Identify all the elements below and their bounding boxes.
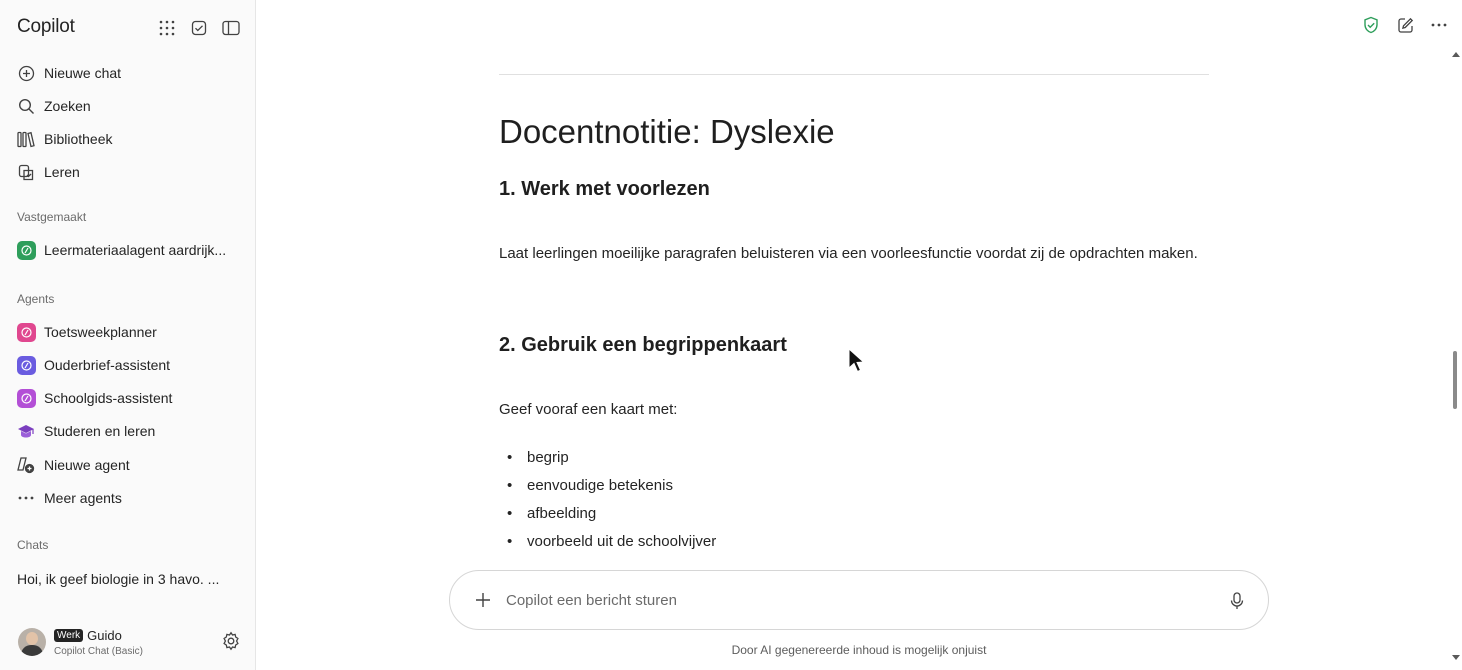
chat-item[interactable]: Hoi, ik geef biologie in 3 havo. ... <box>17 571 237 587</box>
nav-new-chat-label: Nieuwe chat <box>44 65 122 81</box>
library-icon <box>17 130 35 148</box>
microphone-icon[interactable] <box>1226 590 1248 612</box>
agent-schoolgids-assistent[interactable]: Schoolgids-assistent <box>0 383 256 413</box>
learn-icon <box>17 163 35 181</box>
sidebar: Copilot Nieuwe chat Zoeken Bibliotheek L… <box>0 0 256 670</box>
agent-label: Ouderbrief-assistent <box>44 357 171 373</box>
agent-badge-icon <box>17 388 36 408</box>
agent-label: Nieuwe agent <box>44 457 130 473</box>
list-item: voorbeeld uit de schoolvijver <box>507 528 716 556</box>
list-item: afbeelding <box>507 500 716 528</box>
nav-learn[interactable]: Leren <box>0 157 256 187</box>
user-profile[interactable]: Werk Guido Copilot Chat (Basic) <box>18 624 248 660</box>
ai-disclaimer: Door AI gegenereerde inhoud is mogelijk … <box>731 643 987 657</box>
avatar <box>18 628 46 656</box>
section-1-text: Laat leerlingen moeilijke paragrafen bel… <box>499 245 1198 262</box>
section-1-heading: 1. Werk met voorlezen <box>499 178 710 200</box>
agent-label: Schoolgids-assistent <box>44 390 173 406</box>
more-options-icon[interactable] <box>1428 14 1450 36</box>
pinned-item-leermateriaalagent[interactable]: Leermateriaalagent aardrijk... <box>0 235 256 265</box>
graduation-cap-icon <box>17 422 35 440</box>
list-item: begrip <box>507 444 716 472</box>
agent-studeren-en-leren[interactable]: Studeren en leren <box>0 416 256 446</box>
nav-library-label: Bibliotheek <box>44 131 113 147</box>
content-scrollbar[interactable] <box>1448 46 1462 666</box>
pinned-item-label: Leermateriaalagent aardrijk... <box>44 242 227 258</box>
tasks-check-icon[interactable] <box>188 17 210 39</box>
agent-badge-icon <box>17 355 36 375</box>
chats-section-label: Chats <box>17 538 49 552</box>
new-chat-edit-icon[interactable] <box>1394 14 1416 36</box>
settings-gear-icon[interactable] <box>221 631 241 651</box>
section-2-text: Geef vooraf een kaart met: <box>499 401 678 418</box>
agent-badge-icon <box>17 240 36 260</box>
search-icon <box>17 97 35 115</box>
nav-search[interactable]: Zoeken <box>0 91 256 121</box>
nav-new-chat[interactable]: Nieuwe chat <box>0 58 256 88</box>
agent-toetsweekplanner[interactable]: Toetsweekplanner <box>0 317 256 347</box>
new-agent-icon <box>17 456 35 474</box>
document-title: Docentnotitie: Dyslexie <box>499 113 835 150</box>
pinned-section-label: Vastgemaakt <box>17 210 87 224</box>
work-tag-badge: Werk <box>54 628 84 642</box>
scroll-down-arrow-icon[interactable] <box>1452 655 1460 660</box>
agents-section-label: Agents <box>17 292 55 306</box>
plus-circle-icon <box>17 64 35 82</box>
scroll-up-arrow-icon[interactable] <box>1452 52 1460 57</box>
sidebar-toggle-icon[interactable] <box>220 17 242 39</box>
list-item: eenvoudige betekenis <box>507 472 716 500</box>
agent-ouderbrief-assistent[interactable]: Ouderbrief-assistent <box>0 350 256 380</box>
header-actions <box>1360 14 1450 36</box>
nav-library[interactable]: Bibliotheek <box>0 124 256 154</box>
section-2-heading: 2. Gebruik een begrippenkaart <box>499 334 787 356</box>
scrollbar-thumb[interactable] <box>1453 351 1457 409</box>
sidebar-toolbar <box>156 17 242 39</box>
agent-badge-icon <box>17 322 36 342</box>
brand-logo[interactable]: Copilot <box>17 16 75 38</box>
agent-label: Meer agents <box>44 490 122 506</box>
nav-learn-label: Leren <box>44 164 80 180</box>
mouse-pointer-icon <box>848 348 865 373</box>
message-composer <box>449 570 1269 630</box>
nav-more-agents[interactable]: Meer agents <box>0 483 256 513</box>
shield-check-icon[interactable] <box>1360 14 1382 36</box>
concept-card-list: begrip eenvoudige betekenis afbeelding v… <box>507 444 716 556</box>
user-name: Guido <box>87 627 122 643</box>
apps-grid-icon[interactable] <box>156 17 178 39</box>
more-horizontal-icon <box>17 489 35 507</box>
nav-search-label: Zoeken <box>44 98 91 114</box>
user-plan: Copilot Chat (Basic) <box>54 645 143 657</box>
message-input[interactable] <box>506 591 1206 609</box>
agent-label: Toetsweekplanner <box>44 324 157 340</box>
main-content: Docentnotitie: Dyslexie 1. Werk met voor… <box>256 0 1462 670</box>
add-attachment-plus-icon[interactable] <box>472 589 494 611</box>
content-divider <box>499 74 1209 75</box>
agent-label: Studeren en leren <box>44 423 156 439</box>
nav-new-agent[interactable]: Nieuwe agent <box>0 450 256 480</box>
